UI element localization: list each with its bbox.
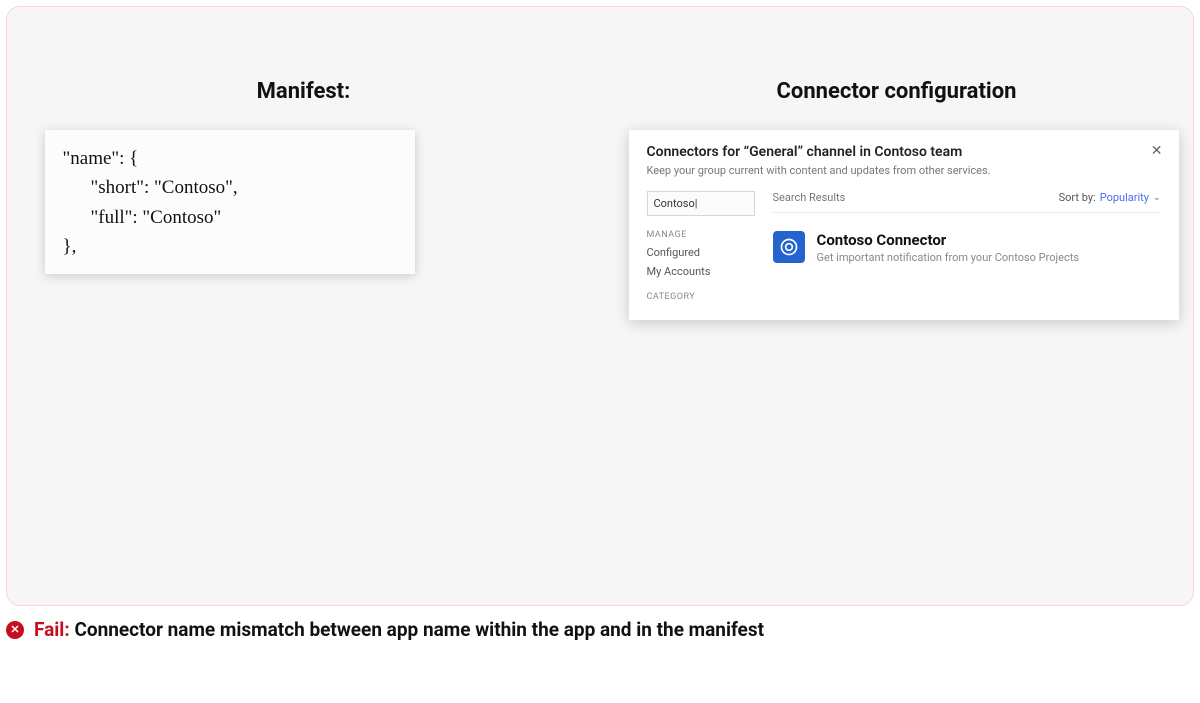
sidebar-item-my-accounts[interactable]: My Accounts	[647, 265, 755, 278]
manifest-column: Manifest: "name": { "short": "Contoso", …	[7, 79, 600, 605]
configuration-column: Connector configuration ✕ Connectors for…	[600, 79, 1193, 605]
search-results-label: Search Results	[773, 191, 846, 204]
sidebar-item-configured[interactable]: Configured	[647, 246, 755, 259]
configuration-heading: Connector configuration	[777, 79, 1017, 104]
fail-message: Connector name mismatch between app name…	[74, 618, 764, 641]
dialog-main: Search Results Sort by: Popularity ⌄	[773, 191, 1161, 308]
connector-result-row[interactable]: Contoso Connector Get important notifica…	[773, 231, 1161, 264]
fail-x-icon: ✕	[6, 621, 24, 639]
chevron-down-icon: ⌄	[1153, 193, 1161, 203]
connector-name: Contoso Connector	[817, 231, 1080, 249]
dialog-title: Connectors for “General” channel in Cont…	[647, 144, 1161, 160]
close-icon[interactable]: ✕	[1151, 144, 1163, 158]
code-line: "short": "Contoso",	[63, 173, 397, 202]
sidebar-category-label: CATEGORY	[647, 292, 755, 302]
manifest-code-card: "name": { "short": "Contoso", "full": "C…	[45, 130, 415, 274]
dialog-sidebar: MANAGE Configured My Accounts CATEGORY	[647, 191, 755, 308]
example-frame: Manifest: "name": { "short": "Contoso", …	[6, 6, 1194, 606]
sidebar-manage-label: MANAGE	[647, 230, 755, 240]
connector-app-icon	[773, 231, 805, 263]
fail-prefix: Fail:	[34, 618, 70, 641]
sort-value: Popularity	[1100, 191, 1149, 204]
search-input[interactable]	[647, 191, 755, 216]
code-line: },	[63, 232, 397, 261]
manifest-heading: Manifest:	[257, 79, 351, 104]
sort-label: Sort by:	[1059, 191, 1096, 204]
connector-dialog: ✕ Connectors for “General” channel in Co…	[629, 130, 1179, 320]
code-line: "name": {	[63, 144, 397, 173]
fail-text: Fail: Connector name mismatch between ap…	[34, 618, 764, 641]
sort-by-control[interactable]: Sort by: Popularity ⌄	[1059, 191, 1161, 204]
fail-callout: ✕ Fail: Connector name mismatch between …	[6, 618, 764, 641]
connector-description: Get important notification from your Con…	[817, 251, 1080, 264]
dialog-subtitle: Keep your group current with content and…	[647, 164, 1161, 177]
code-line: "full": "Contoso"	[63, 203, 397, 232]
